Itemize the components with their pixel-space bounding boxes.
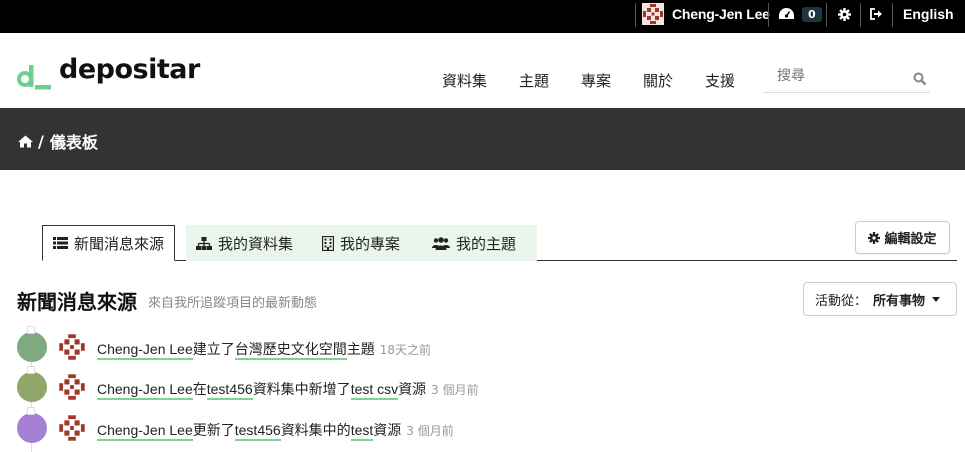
- tab-news-feed[interactable]: 新聞消息來源: [42, 225, 176, 261]
- activity-verb: 資料集中新增了: [252, 381, 351, 397]
- search-input[interactable]: [777, 68, 907, 84]
- edit-settings-button[interactable]: 編輯設定: [855, 221, 950, 254]
- resource-link[interactable]: test csv: [350, 381, 399, 400]
- users-icon: [432, 236, 450, 250]
- activity-filter-dropdown[interactable]: 活動從： 所有事物: [803, 282, 957, 316]
- sign-out-icon: [870, 8, 882, 20]
- activity-marker: [27, 326, 35, 334]
- tab-my-groups[interactable]: 我的主題: [422, 225, 537, 261]
- tab-my-projects[interactable]: 我的專案: [312, 225, 422, 261]
- nav-projects[interactable]: 專案: [581, 70, 611, 91]
- activity-type-icon: [17, 372, 47, 402]
- language-switcher[interactable]: English: [903, 0, 954, 28]
- building-icon: [322, 235, 334, 251]
- activity-tail: 資源: [398, 381, 427, 397]
- resource-link[interactable]: test: [350, 422, 374, 441]
- breadcrumb-current[interactable]: 儀表板: [50, 129, 98, 153]
- activity-text: Cheng-Jen Lee在test456資料集中新增了test csv資源 3 …: [97, 379, 479, 400]
- site-search: [763, 67, 930, 93]
- activity-verb: 資料集中的: [280, 422, 351, 438]
- gear-icon: [838, 7, 851, 21]
- tab-label: 新聞消息來源: [74, 234, 165, 253]
- actor-link[interactable]: Cheng-Jen Lee: [97, 381, 193, 400]
- nav-about[interactable]: 關於: [643, 70, 673, 91]
- settings-link[interactable]: [838, 0, 851, 28]
- user-avatar[interactable]: [58, 333, 86, 361]
- tab-label: 我的主題: [456, 234, 517, 253]
- activity-tail: 資源: [373, 422, 402, 438]
- activity-text: Cheng-Jen Lee建立了台灣歷史文化空間主題 18天之前: [97, 339, 432, 360]
- dashboard-icon: [779, 8, 794, 19]
- activity-marker: [27, 366, 35, 374]
- user-avatar[interactable]: [58, 373, 86, 401]
- activity-item: Cheng-Jen Lee在test456資料集中新增了test csv資源 3 …: [17, 366, 917, 404]
- nav-support[interactable]: 支援: [705, 70, 735, 91]
- user-name: Cheng-Jen Lee: [672, 6, 770, 22]
- user-avatar: [642, 3, 664, 25]
- activity-verb: 主題: [346, 341, 375, 357]
- list-icon: [53, 237, 68, 249]
- separator: [826, 3, 827, 27]
- site-logo[interactable]: depositar: [15, 53, 200, 93]
- logout-link[interactable]: [870, 0, 883, 28]
- user-avatar[interactable]: [58, 414, 86, 442]
- dashboard-count-badge: 0: [802, 6, 822, 22]
- site-name: depositar: [59, 54, 200, 85]
- toolbar: / 儀表板: [0, 108, 965, 170]
- news-feed-subtitle: 來自我所追蹤項目的最新動態: [148, 296, 318, 311]
- activity-item: Cheng-Jen Lee建立了台灣歷史文化空間主題 18天之前: [17, 326, 917, 364]
- separator: [860, 3, 861, 27]
- breadcrumb: / 儀表板: [18, 129, 98, 153]
- activity-type-icon: [17, 413, 47, 443]
- breadcrumb-separator: /: [38, 131, 44, 151]
- tab-label: 我的資料集: [218, 234, 294, 253]
- separator: [892, 3, 893, 27]
- language-label: English: [903, 6, 954, 22]
- separator: [635, 3, 636, 27]
- activity-verb: 建立了: [192, 341, 235, 357]
- nav-groups[interactable]: 主題: [519, 70, 549, 91]
- search-icon[interactable]: [913, 72, 927, 86]
- activity-text: Cheng-Jen Lee更新了test456資料集中的test資源 3 個月前: [97, 420, 454, 441]
- activity-time: 18天之前: [379, 343, 432, 357]
- sitemap-icon: [196, 236, 212, 250]
- activity-time: 3 個月前: [406, 424, 454, 438]
- filter-label: 活動從：: [815, 293, 868, 309]
- nav-datasets[interactable]: 資料集: [442, 70, 487, 91]
- gear-icon: [868, 231, 881, 244]
- depositar-logo-icon: [17, 65, 51, 90]
- dashboard-link[interactable]: 0: [779, 0, 822, 28]
- account-bar: Cheng-Jen Lee 0 English: [0, 0, 965, 33]
- object-link[interactable]: 台灣歷史文化空間: [234, 341, 347, 360]
- actor-link[interactable]: Cheng-Jen Lee: [97, 341, 193, 360]
- actor-link[interactable]: Cheng-Jen Lee: [97, 422, 193, 441]
- news-feed-title: 新聞消息來源: [17, 290, 137, 314]
- object-link[interactable]: test456: [206, 381, 253, 400]
- activity-item: Cheng-Jen Lee更新了test456資料集中的test資源 3 個月前: [17, 407, 917, 445]
- home-icon[interactable]: [18, 135, 33, 148]
- tab-label: 我的專案: [340, 234, 401, 253]
- activity-verb: 在: [192, 381, 207, 397]
- separator: [768, 3, 769, 27]
- activity-verb: 更新了: [192, 422, 235, 438]
- activity-time: 3 個月前: [431, 383, 479, 397]
- user-menu-link[interactable]: Cheng-Jen Lee: [642, 0, 770, 28]
- filter-value: 所有事物: [873, 293, 926, 309]
- activity-type-icon: [17, 332, 47, 362]
- activity-marker: [27, 407, 35, 415]
- chevron-down-icon: [932, 296, 941, 302]
- tab-my-datasets[interactable]: 我的資料集: [186, 225, 312, 261]
- object-link[interactable]: test456: [234, 422, 281, 441]
- edit-settings-label: 編輯設定: [884, 232, 937, 247]
- masthead: depositar 資料集 主題 專案 關於 支援: [0, 33, 965, 108]
